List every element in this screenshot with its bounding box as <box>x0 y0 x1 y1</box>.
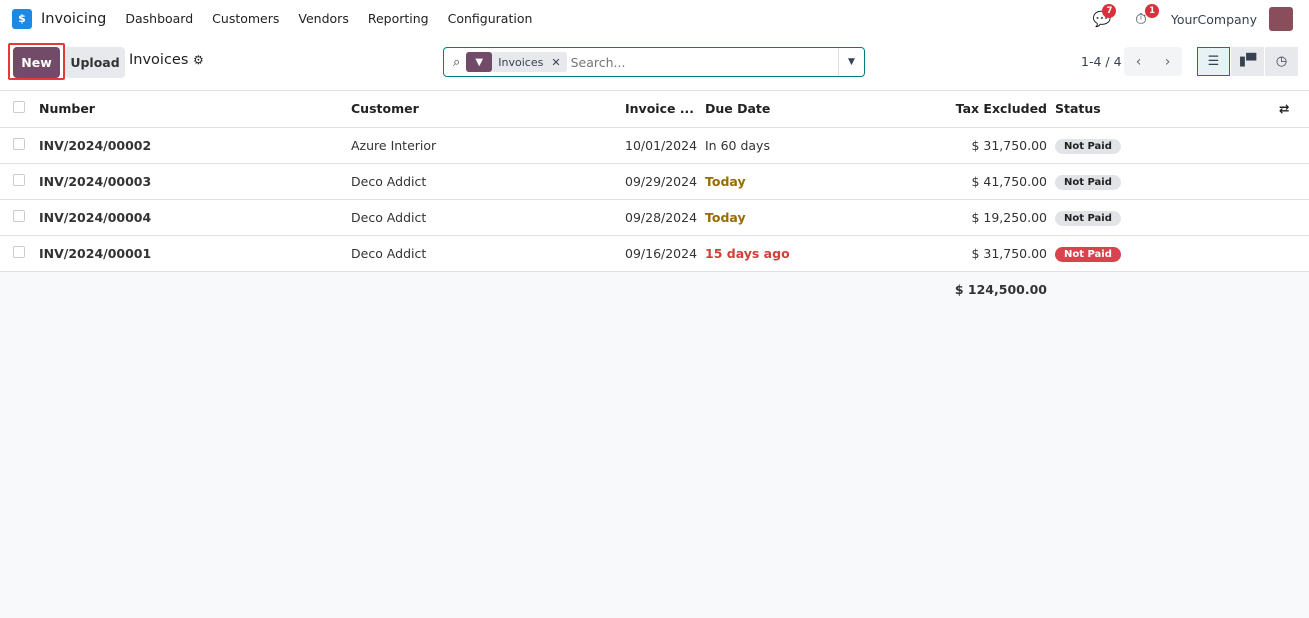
pager-value[interactable]: 1-4 / 4 <box>1081 54 1122 69</box>
invoice-date: 10/01/2024 <box>625 127 705 164</box>
company-switcher[interactable]: YourCompany <box>1171 12 1257 27</box>
invoice-number: INV/2024/00003 <box>39 163 351 200</box>
invoice-number: INV/2024/00002 <box>39 127 351 164</box>
menu-dashboard[interactable]: Dashboard <box>125 11 193 26</box>
upload-button[interactable]: Upload <box>65 47 125 78</box>
totals-row: $ 124,500.00 <box>0 271 1309 307</box>
col-number[interactable]: Number <box>39 91 351 128</box>
filter-icon: ▼ <box>466 52 493 72</box>
total-amount: $ 124,500.00 <box>875 271 1055 307</box>
new-button[interactable]: New <box>13 47 60 78</box>
view-switcher: ☰ ▮▀ ◷ <box>1197 47 1299 76</box>
app-name[interactable]: Invoicing <box>41 11 106 27</box>
search-icon[interactable]: ⌕ <box>453 55 460 70</box>
pager-buttons: ‹ › <box>1124 47 1182 76</box>
row-checkbox[interactable] <box>13 245 25 258</box>
tax-excluded: $ 31,750.00 <box>875 127 1055 164</box>
filter-facet: ▼ Invoices ✕ <box>466 52 567 72</box>
messages-badge: 7 <box>1102 4 1117 18</box>
customer: Deco Addict <box>351 199 625 236</box>
due-date: Today <box>705 163 875 200</box>
menu-vendors[interactable]: Vendors <box>298 11 348 26</box>
search-input[interactable] <box>570 54 838 70</box>
invoice-date: 09/16/2024 <box>625 235 705 272</box>
invoice-number: INV/2024/00001 <box>39 235 351 272</box>
facet-remove-icon[interactable]: ✕ <box>549 56 566 69</box>
col-tax-excluded[interactable]: Tax Excluded <box>875 91 1055 128</box>
row-checkbox[interactable] <box>13 209 25 222</box>
col-invoice-date[interactable]: Invoice ... <box>625 91 705 128</box>
select-all-checkbox[interactable] <box>13 101 25 114</box>
tax-excluded: $ 31,750.00 <box>875 235 1055 272</box>
activity-view-button[interactable]: ◷ <box>1265 47 1298 76</box>
menu-reporting[interactable]: Reporting <box>368 11 429 26</box>
customer: Deco Addict <box>351 235 625 272</box>
activities-icon[interactable]: ⏱ 1 <box>1135 4 1160 28</box>
due-date: In 60 days <box>705 127 875 164</box>
top-navbar: $ Invoicing Dashboard Customers Vendors … <box>0 0 1309 37</box>
list-view-button[interactable]: ☰ <box>1197 47 1230 76</box>
status-badge: Not Paid <box>1055 246 1121 262</box>
invoice-date: 09/29/2024 <box>625 163 705 200</box>
tax-excluded: $ 19,250.00 <box>875 199 1055 236</box>
messages-icon[interactable]: 💬 7 <box>1092 4 1117 28</box>
table-row[interactable]: INV/2024/00004 Deco Addict 09/28/2024 To… <box>0 199 1309 236</box>
table-row[interactable]: INV/2024/00002 Azure Interior 10/01/2024… <box>0 127 1309 164</box>
tax-excluded: $ 41,750.00 <box>875 163 1055 200</box>
activities-badge: 1 <box>1145 4 1160 18</box>
menu-customers[interactable]: Customers <box>212 11 279 26</box>
table-row[interactable]: INV/2024/00001 Deco Addict 09/16/2024 15… <box>0 235 1309 272</box>
status-badge: Not Paid <box>1055 210 1121 226</box>
status-badge: Not Paid <box>1055 174 1121 190</box>
caret-down-icon: ▼ <box>848 57 855 67</box>
prev-page-icon[interactable]: ‹ <box>1136 54 1142 70</box>
search-bar: ⌕ ▼ Invoices ✕ ▼ <box>443 47 865 77</box>
avatar[interactable] <box>1269 7 1293 31</box>
gear-icon[interactable]: ⚙ <box>193 53 204 67</box>
invoice-date: 09/28/2024 <box>625 199 705 236</box>
status-badge: Not Paid <box>1055 138 1121 154</box>
next-page-icon[interactable]: › <box>1165 54 1171 70</box>
due-date: Today <box>705 199 875 236</box>
col-due-date[interactable]: Due Date <box>705 91 875 128</box>
page-title: Invoices ⚙ <box>129 52 204 68</box>
search-options-toggle[interactable]: ▼ <box>838 48 864 76</box>
optional-columns-icon[interactable]: ⇄ <box>1279 101 1289 116</box>
table-header: Number Customer Invoice ... Due Date Tax… <box>0 91 1309 128</box>
facet-label: Invoices <box>498 55 544 69</box>
kanban-view-button[interactable]: ▮▀ <box>1231 47 1264 76</box>
invoice-table: Number Customer Invoice ... Due Date Tax… <box>0 91 1309 307</box>
customer: Azure Interior <box>351 127 625 164</box>
col-status[interactable]: Status <box>1055 91 1279 128</box>
page-title-text: Invoices <box>129 52 189 68</box>
row-checkbox[interactable] <box>13 137 25 150</box>
col-customer[interactable]: Customer <box>351 91 625 128</box>
row-checkbox[interactable] <box>13 173 25 186</box>
due-date: 15 days ago <box>705 235 875 272</box>
menu-configuration[interactable]: Configuration <box>448 11 533 26</box>
customer: Deco Addict <box>351 163 625 200</box>
invoice-number: INV/2024/00004 <box>39 199 351 236</box>
table-row[interactable]: INV/2024/00003 Deco Addict 09/29/2024 To… <box>0 163 1309 200</box>
invoicing-logo-icon[interactable]: $ <box>12 8 32 29</box>
